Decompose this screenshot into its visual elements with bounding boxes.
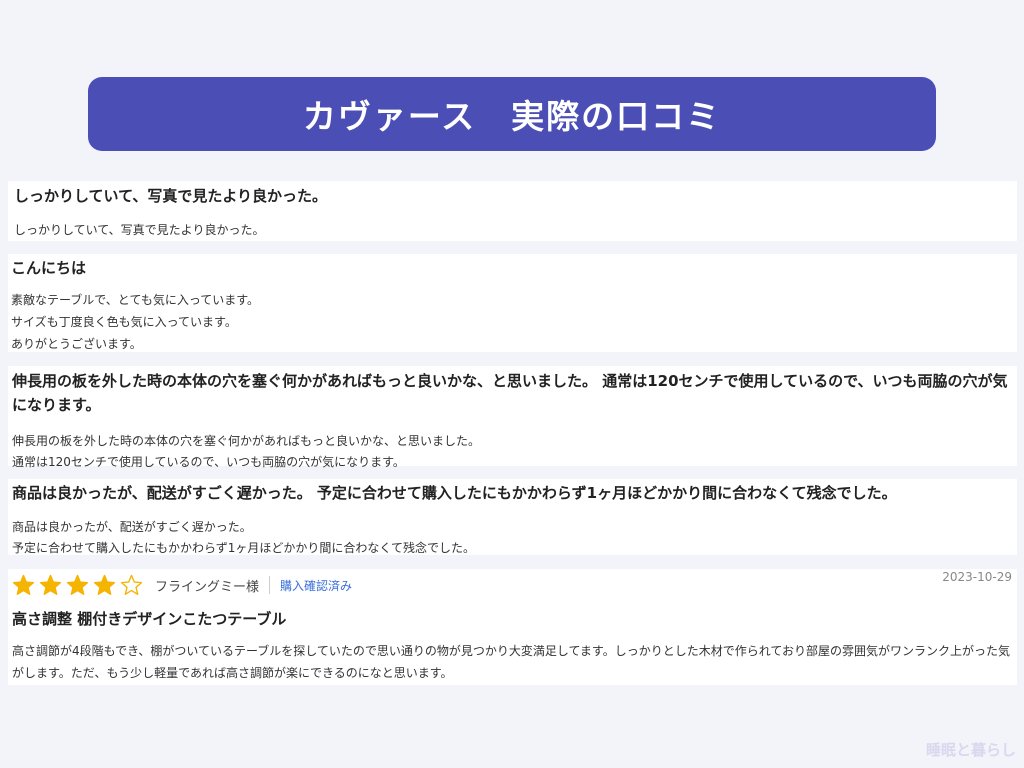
review-body: 商品は良かったが、配送がすごく遅かった。 予定に合わせて購入したにもかかわらず1… bbox=[12, 504, 1011, 559]
review-card: 伸長用の板を外した時の本体の穴を塞ぐ何かがあればもっと良いかな、と思いました。 … bbox=[8, 366, 1017, 469]
review-card: しっかりしていて、写真で見たより良かった。 しっかりしていて、写真で見たより良か… bbox=[8, 181, 1017, 241]
review-body-line: 商品は良かったが、配送がすごく遅かった。 bbox=[12, 520, 252, 534]
star-rating bbox=[12, 574, 147, 597]
star-filled-icon bbox=[39, 574, 62, 595]
review-body-line: 素敵なテーブルで、とても気に入っています。 bbox=[11, 293, 260, 307]
review-body-line: しっかりしていて、写真で見たより良かった。 bbox=[14, 223, 265, 237]
review-card: フライングミー様 購入確認済み 2023-10-29 高さ調整 棚付きデザインこ… bbox=[8, 569, 1017, 685]
review-body-line: 予定に合わせて購入したにもかかわらず1ヶ月ほどかかり間に合わなくて残念でした。 bbox=[12, 541, 476, 555]
review-title: しっかりしていて、写真で見たより良かった。 bbox=[14, 187, 328, 205]
review-body: 伸長用の板を外した時の本体の穴を塞ぐ何かがあればもっと良いかな、と思いました。 … bbox=[12, 417, 1011, 473]
review-header: フライングミー様 購入確認済み bbox=[12, 570, 1011, 600]
review-body-line: ありがとうございます。 bbox=[11, 337, 142, 351]
review-title: こんにちは bbox=[11, 259, 87, 277]
review-body: しっかりしていて、写真で見たより良かった。 bbox=[14, 207, 1011, 241]
star-empty-icon bbox=[120, 574, 143, 595]
review-body: 高さ調節が4段階もでき、棚がついているテーブルを探していたので思い通りの物が見つ… bbox=[12, 644, 1011, 680]
divider bbox=[269, 576, 271, 594]
review-card: こんにちは 素敵なテーブルで、とても気に入っています。 サイズも丁度良く色も気に… bbox=[8, 254, 1017, 352]
reviewer-name: フライングミー様 bbox=[155, 579, 260, 595]
page-title: カヴァース 実際の口コミ bbox=[302, 97, 722, 136]
star-filled-icon bbox=[12, 574, 35, 595]
review-body: 素敵なテーブルで、とても気に入っています。 サイズも丁度良く色も気に入っています… bbox=[11, 279, 1011, 355]
review-title: 商品は良かったが、配送がすごく遅かった。 予定に合わせて購入したにもかかわらず1… bbox=[12, 484, 897, 502]
review-body-line: 通常は120センチで使用しているので、いつも両脇の穴が気になります。 bbox=[12, 455, 405, 469]
review-card: 商品は良かったが、配送がすごく遅かった。 予定に合わせて購入したにもかかわらず1… bbox=[8, 479, 1017, 555]
review-title: 高さ調整 棚付きデザインこたつテーブル bbox=[12, 610, 287, 628]
review-body-line: サイズも丁度良く色も気に入っています。 bbox=[11, 315, 237, 329]
site-watermark: 睡眠と暮らし bbox=[925, 741, 1016, 759]
star-filled-icon bbox=[66, 574, 89, 595]
header-banner: カヴァース 実際の口コミ bbox=[88, 77, 936, 151]
star-filled-icon bbox=[93, 574, 116, 595]
verified-purchase-badge: 購入確認済み bbox=[280, 578, 353, 593]
review-title: 伸長用の板を外した時の本体の穴を塞ぐ何かがあればもっと良いかな、と思いました。 … bbox=[12, 372, 1008, 414]
review-body-line: 伸長用の板を外した時の本体の穴を塞ぐ何かがあればもっと良いかな、と思いました。 bbox=[12, 434, 481, 448]
review-date: 2023-10-29 bbox=[942, 570, 1012, 584]
